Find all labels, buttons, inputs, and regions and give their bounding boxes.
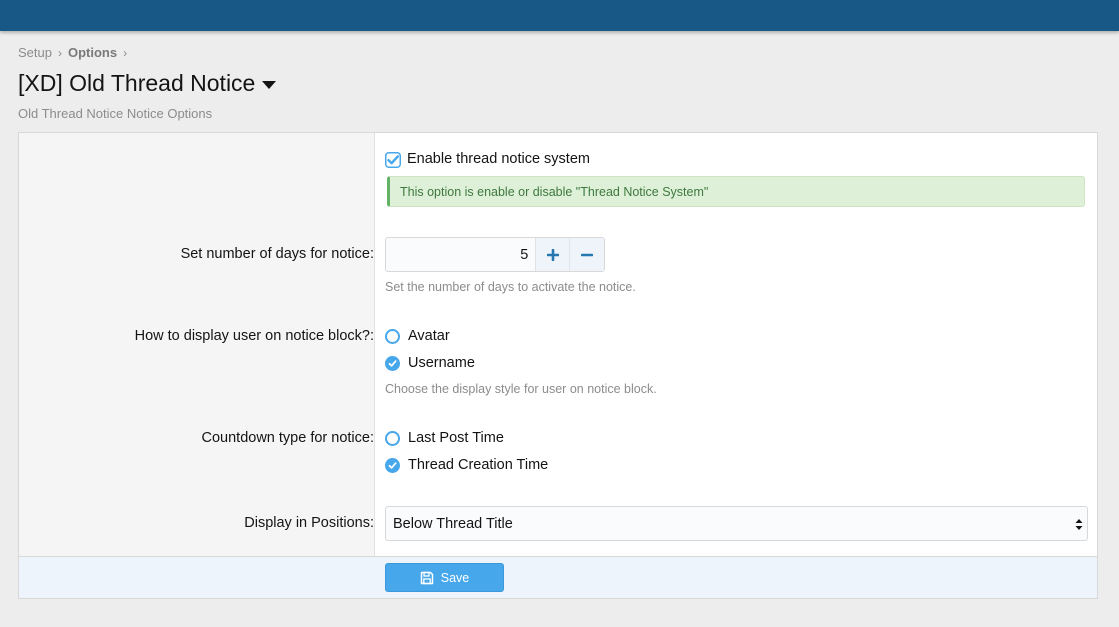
positions-label: Display in Positions: — [244, 515, 374, 531]
radio-username-label: Username — [408, 355, 475, 371]
page-description: Old Thread Notice Notice Options — [18, 106, 213, 121]
minus-icon[interactable] — [570, 238, 604, 271]
days-explain: Set the number of days to activate the n… — [385, 280, 636, 294]
chevron-right-icon: › — [123, 45, 128, 60]
save-button[interactable]: Save — [385, 563, 504, 592]
breadcrumb-item-setup[interactable]: Setup — [18, 45, 52, 60]
top-navigation-bar — [0, 0, 1119, 31]
radio-avatar-label: Avatar — [408, 328, 450, 344]
radio-username[interactable]: Username — [385, 355, 475, 371]
enable-thread-notice-checkbox[interactable]: Enable thread notice system — [385, 151, 590, 168]
page-title: [XD] Old Thread Notice — [18, 70, 277, 97]
radio-last-post-time[interactable]: Last Post Time — [385, 430, 504, 446]
enable-hint-box: This option is enable or disable "Thread… — [387, 176, 1085, 207]
enable-thread-notice-label: Enable thread notice system — [407, 151, 590, 167]
breadcrumb: Setup › Options › — [18, 45, 133, 60]
display-user-explain: Choose the display style for user on not… — [385, 382, 657, 396]
breadcrumb-item-options[interactable]: Options — [68, 45, 117, 60]
select-arrows-icon — [1075, 519, 1083, 530]
radio-thread-creation-time[interactable]: Thread Creation Time — [385, 457, 548, 473]
options-form: Enable thread notice system This option … — [18, 132, 1098, 599]
label-column — [19, 133, 375, 556]
plus-icon[interactable] — [536, 238, 571, 271]
countdown-label: Countdown type for notice: — [201, 430, 375, 446]
days-stepper: 5 — [385, 237, 605, 272]
radio-avatar[interactable]: Avatar — [385, 328, 450, 344]
caret-down-icon[interactable] — [262, 80, 277, 89]
save-button-label: Save — [440, 570, 470, 585]
days-label: Set number of days for notice: — [180, 246, 374, 262]
positions-select-value: Below Thread Title — [393, 515, 513, 532]
radio-thread-creation-time-label: Thread Creation Time — [408, 457, 549, 473]
page-title-text: [XD] Old Thread Notice — [18, 70, 256, 96]
display-user-label: How to display user on notice block?: — [134, 328, 374, 344]
positions-select[interactable]: Below Thread Title — [385, 506, 1088, 541]
radio-unchecked-icon — [385, 328, 400, 344]
radio-checked-icon — [385, 355, 400, 371]
days-input[interactable]: 5 — [386, 238, 537, 271]
form-footer: Save — [19, 556, 1097, 598]
checkmark-icon — [385, 151, 401, 168]
radio-last-post-time-label: Last Post Time — [408, 430, 504, 446]
chevron-right-icon: › — [57, 45, 62, 60]
radio-checked-icon — [385, 457, 400, 473]
radio-unchecked-icon — [385, 430, 400, 446]
floppy-disk-icon — [420, 571, 433, 584]
